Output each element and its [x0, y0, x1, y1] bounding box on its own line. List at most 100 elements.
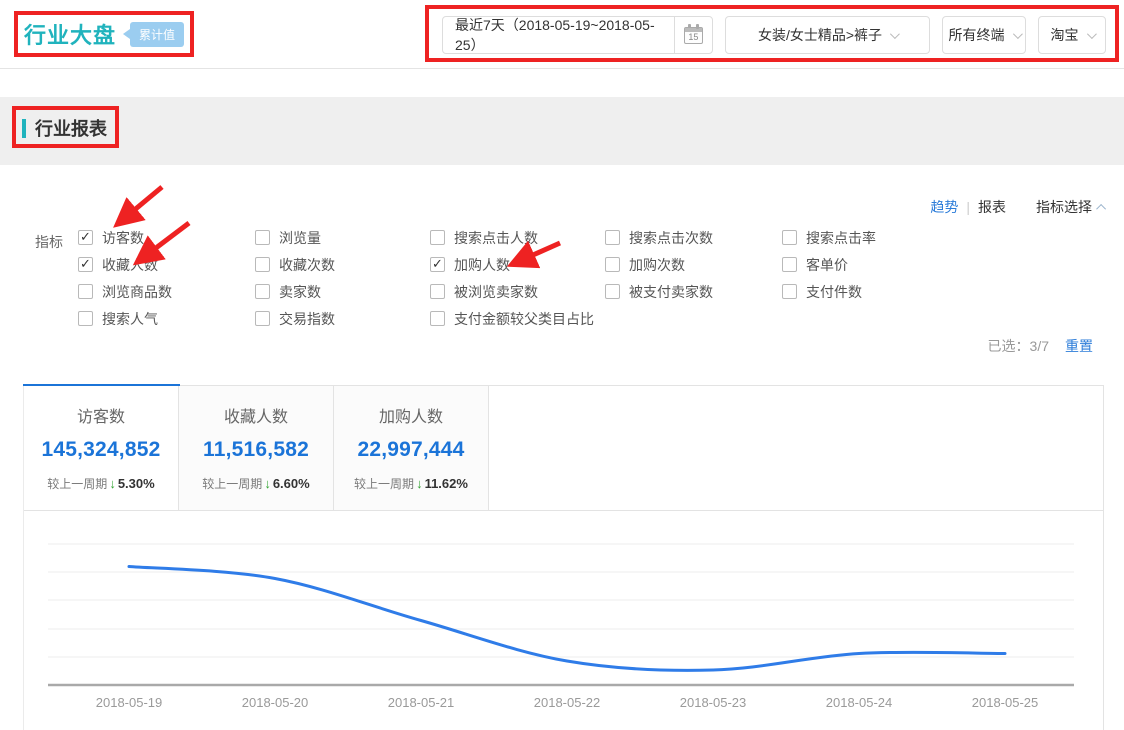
- metric-checkbox[interactable]: 支付件数: [782, 278, 876, 305]
- metric-label: 收藏人数: [102, 255, 158, 275]
- tab-report[interactable]: 报表: [978, 197, 1006, 217]
- metrics-column: 搜索点击率 客单价 支付件数: [782, 224, 876, 305]
- metric-label: 支付金额较父类目占比: [454, 309, 594, 329]
- x-axis-label: 2018-05-21: [361, 695, 481, 710]
- metric-checkbox[interactable]: 搜索点击率: [782, 224, 876, 251]
- checkbox-icon[interactable]: [782, 257, 797, 272]
- page: 行业大盘 累计值 最近7天（2018-05-19~2018-05-25） 15 …: [0, 0, 1124, 730]
- metric-card-title: 收藏人数: [224, 403, 288, 427]
- metric-checkbox[interactable]: 卖家数: [255, 278, 335, 305]
- metric-label: 被支付卖家数: [629, 282, 713, 302]
- metrics-column: 搜索点击人数 加购人数 被浏览卖家数 支付金额较父类目占比: [430, 224, 594, 332]
- terminal-value: 所有终端: [949, 25, 1005, 45]
- change-percent: 5.30%: [118, 476, 155, 491]
- annotation-arrow-visitors: [120, 187, 162, 222]
- metric-checkbox[interactable]: 客单价: [782, 251, 876, 278]
- category-select[interactable]: 女装/女士精品>裤子: [725, 16, 930, 54]
- calendar-icon-top: [685, 28, 702, 32]
- metric-card-value: 145,324,852: [42, 438, 161, 462]
- metric-label: 被浏览卖家数: [454, 282, 538, 302]
- down-arrow-icon: ↓: [109, 476, 116, 491]
- metric-checkbox[interactable]: 交易指数: [255, 305, 335, 332]
- view-switch: 趋势 | 报表 指标选择: [930, 197, 1106, 217]
- chevron-down-icon: [890, 29, 900, 39]
- calendar-icon-day: 15: [688, 32, 698, 43]
- metric-label: 访客数: [102, 228, 144, 248]
- section-title: 行业报表: [22, 115, 107, 141]
- tab-trend[interactable]: 趋势: [930, 197, 958, 217]
- metric-label: 卖家数: [279, 282, 321, 302]
- checkbox-icon[interactable]: [255, 284, 270, 299]
- checkbox-icon[interactable]: [255, 230, 270, 245]
- metric-label: 搜索点击率: [806, 228, 876, 248]
- page-title-wrap: 行业大盘 累计值: [24, 18, 184, 50]
- checkbox-icon[interactable]: [430, 230, 445, 245]
- checkbox-icon[interactable]: [255, 257, 270, 272]
- metric-checkbox[interactable]: 访客数: [78, 224, 172, 251]
- platform-value: 淘宝: [1051, 25, 1079, 45]
- metric-label: 加购次数: [629, 255, 685, 275]
- compare-label: 较上一周期: [47, 475, 107, 492]
- metric-label: 搜索点击人数: [454, 228, 538, 248]
- metric-checkbox[interactable]: 被支付卖家数: [605, 278, 713, 305]
- filter-bar: 最近7天（2018-05-19~2018-05-25） 15 女装/女士精品>裤…: [442, 16, 1106, 54]
- reset-button[interactable]: 重置: [1065, 336, 1093, 356]
- metric-checkbox[interactable]: 搜索点击次数: [605, 224, 713, 251]
- checkbox-icon[interactable]: [782, 284, 797, 299]
- metric-checkbox[interactable]: 加购次数: [605, 251, 713, 278]
- metric-label: 客单价: [806, 255, 848, 275]
- change-percent: 6.60%: [273, 476, 310, 491]
- platform-select[interactable]: 淘宝: [1038, 16, 1106, 54]
- metric-card-compare: 较上一周期 ↓ 5.30%: [47, 475, 154, 492]
- metric-checkbox[interactable]: 浏览量: [255, 224, 335, 251]
- checkbox-icon[interactable]: [78, 230, 93, 245]
- checkbox-icon[interactable]: [782, 230, 797, 245]
- metric-tab-card[interactable]: 访客数 145,324,852 较上一周期 ↓ 5.30%: [24, 386, 179, 510]
- metric-checkbox[interactable]: 收藏人数: [78, 251, 172, 278]
- metrics-label: 指标: [35, 232, 63, 252]
- chevron-up-icon: [1096, 203, 1106, 213]
- metric-tab-card[interactable]: 加购人数 22,997,444 较上一周期 ↓ 11.62%: [334, 386, 489, 510]
- trend-chart[interactable]: 2018-05-192018-05-202018-05-212018-05-22…: [24, 511, 1105, 730]
- selection-summary: 已选：3/7: [988, 336, 1049, 356]
- metric-checkbox[interactable]: 加购人数: [430, 251, 594, 278]
- checkbox-icon[interactable]: [605, 284, 620, 299]
- metric-select-toggle[interactable]: 指标选择: [1036, 197, 1106, 217]
- metrics-column: 访客数 收藏人数 浏览商品数 搜索人气: [78, 224, 172, 332]
- checkbox-icon[interactable]: [430, 257, 445, 272]
- calendar-button[interactable]: 15: [674, 17, 712, 53]
- metric-tab-card[interactable]: 收藏人数 11,516,582 较上一周期 ↓ 6.60%: [179, 386, 334, 510]
- checkbox-icon[interactable]: [430, 284, 445, 299]
- metric-label: 搜索点击次数: [629, 228, 713, 248]
- x-axis-label: 2018-05-19: [69, 695, 189, 710]
- checkbox-icon[interactable]: [255, 311, 270, 326]
- terminal-select[interactable]: 所有终端: [942, 16, 1026, 54]
- metric-checkbox[interactable]: 搜索点击人数: [430, 224, 594, 251]
- section-accent-bar: [22, 119, 26, 138]
- checkbox-icon[interactable]: [430, 311, 445, 326]
- checkbox-icon[interactable]: [78, 311, 93, 326]
- checkbox-icon[interactable]: [78, 284, 93, 299]
- chevron-down-icon: [1012, 29, 1022, 39]
- category-value: 女装/女士精品>裤子: [758, 25, 882, 45]
- tab-row-spacer: [489, 386, 1103, 510]
- calendar-icon: 15: [684, 27, 703, 44]
- metric-checkbox[interactable]: 搜索人气: [78, 305, 172, 332]
- metric-checkbox[interactable]: 支付金额较父类目占比: [430, 305, 594, 332]
- checkbox-icon[interactable]: [605, 257, 620, 272]
- page-title: 行业大盘: [24, 18, 116, 50]
- down-arrow-icon: ↓: [416, 476, 423, 491]
- active-tab-indicator: [23, 384, 180, 386]
- checkbox-icon[interactable]: [78, 257, 93, 272]
- metric-checkbox[interactable]: 收藏次数: [255, 251, 335, 278]
- change-percent: 11.62%: [425, 476, 468, 491]
- checkbox-icon[interactable]: [605, 230, 620, 245]
- x-axis-label: 2018-05-23: [653, 695, 773, 710]
- metrics-column: 浏览量 收藏次数 卖家数 交易指数: [255, 224, 335, 332]
- date-range-picker[interactable]: 最近7天（2018-05-19~2018-05-25） 15: [442, 16, 713, 54]
- metric-card-value: 11,516,582: [203, 438, 309, 462]
- metric-checkbox[interactable]: 被浏览卖家数: [430, 278, 594, 305]
- metric-checkbox[interactable]: 浏览商品数: [78, 278, 172, 305]
- section-band: 行业报表: [0, 97, 1124, 165]
- selection-summary-row: 已选：3/7 重置: [988, 336, 1093, 356]
